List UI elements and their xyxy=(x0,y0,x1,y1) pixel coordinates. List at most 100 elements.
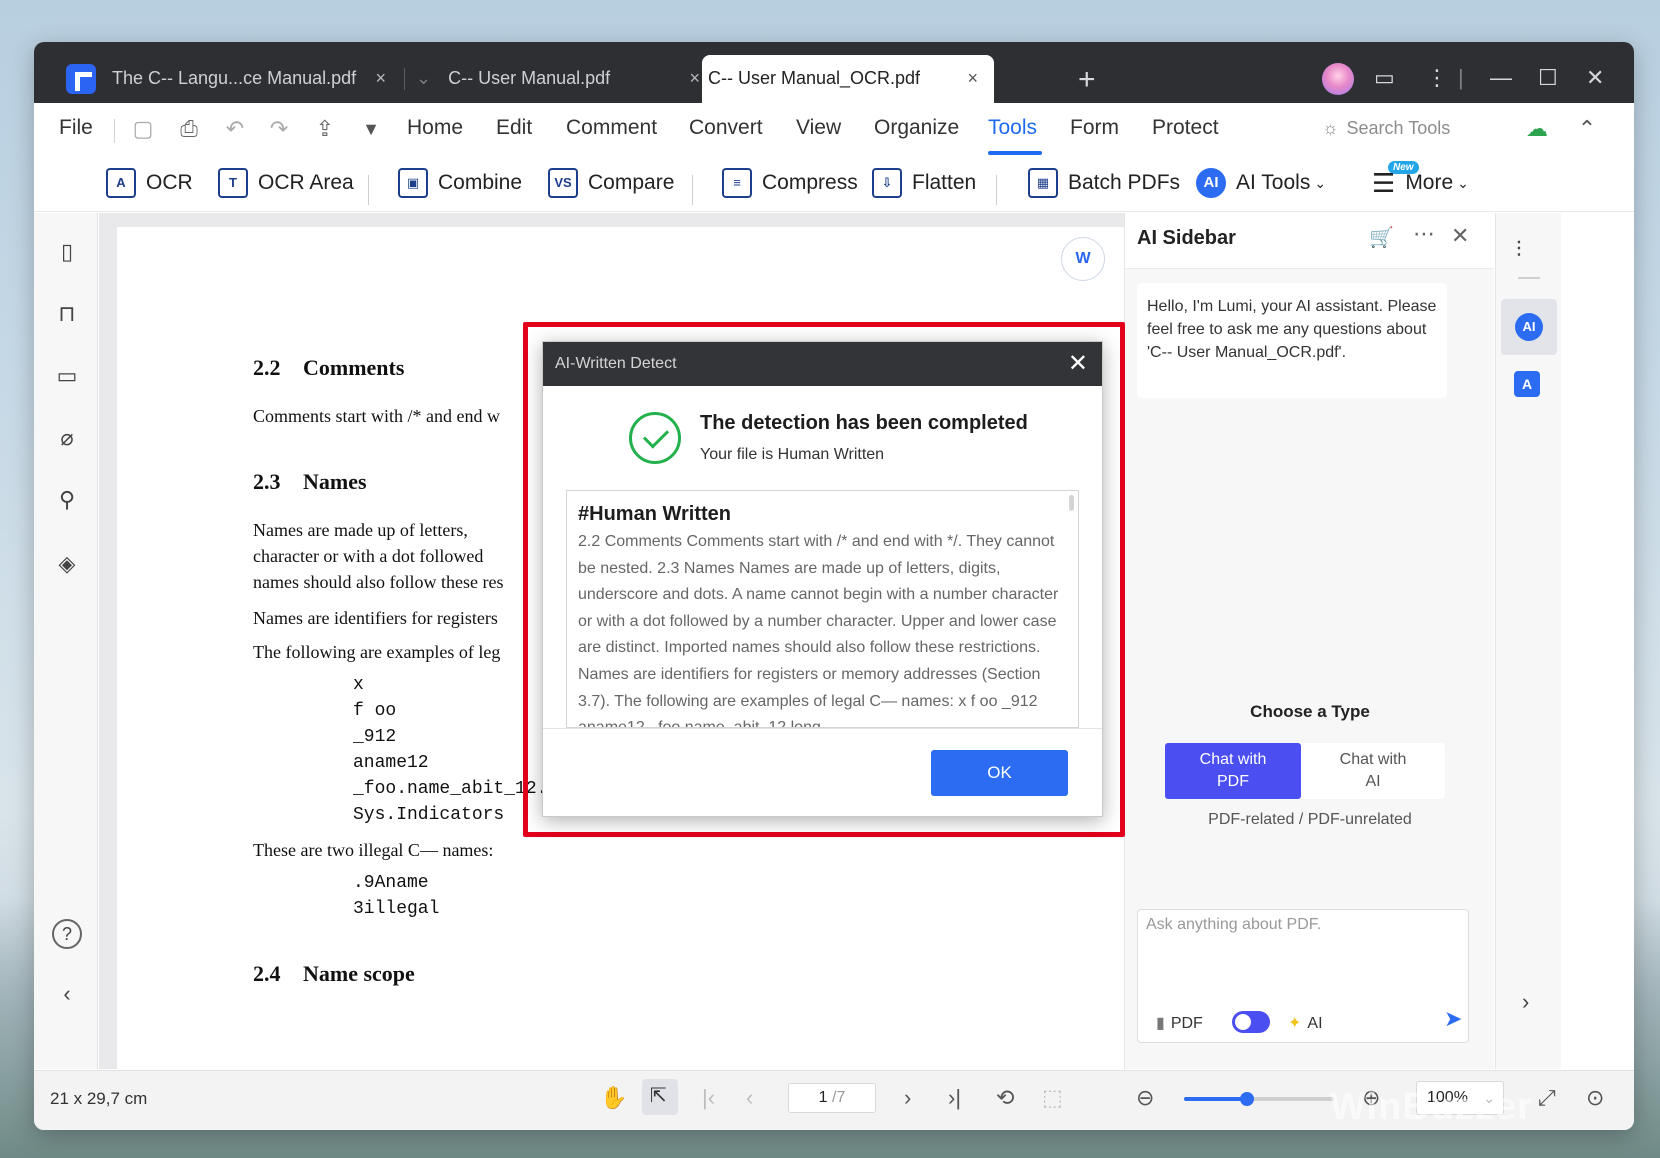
undo-icon[interactable]: ↶ xyxy=(222,116,248,142)
type-note: PDF-related / PDF-unrelated xyxy=(1208,811,1412,828)
send-icon[interactable]: ➤ xyxy=(1444,1006,1462,1032)
result-box[interactable]: #Human Written 2.2 Comments Comments sta… xyxy=(566,490,1079,728)
compress-label: Compress xyxy=(762,171,858,194)
collapse-left-icon[interactable]: ‹ xyxy=(54,981,80,1007)
combine-icon: ▣ xyxy=(398,168,428,198)
redo-icon[interactable]: ↷ xyxy=(266,116,292,142)
zoom-slider-knob[interactable] xyxy=(1240,1092,1254,1106)
menu-organize[interactable]: Organize xyxy=(874,116,959,140)
last-page-icon[interactable]: ›| xyxy=(948,1085,961,1111)
collapse-icon[interactable]: ⌃ xyxy=(1574,116,1600,142)
pdf-mode-label: ▮ PDF xyxy=(1156,1013,1203,1033)
chevron-down-icon: ⌄ xyxy=(1314,175,1327,191)
close-icon[interactable]: × xyxy=(689,55,700,101)
scroll-mode-icon[interactable]: ⊙ xyxy=(1586,1085,1604,1111)
hand-icon[interactable]: ✋ xyxy=(600,1085,627,1111)
tab-language-manual[interactable]: The C-- Langu...ce Manual.pdf × xyxy=(112,55,402,103)
ai-chat-body: Hello, I'm Lumi, your AI assistant. Plea… xyxy=(1125,269,1494,1069)
crop-page-icon[interactable]: ⬚ xyxy=(1042,1085,1063,1111)
scrollbar[interactable] xyxy=(1069,495,1074,511)
divider xyxy=(1518,277,1540,279)
menu-file[interactable]: File xyxy=(59,116,93,140)
close-window-button[interactable]: ✕ xyxy=(1586,60,1604,96)
menu-comment[interactable]: Comment xyxy=(566,116,657,140)
ai-sidebar-title: AI Sidebar xyxy=(1137,227,1236,249)
menu-home[interactable]: Home xyxy=(407,116,463,140)
ask-input[interactable] xyxy=(1146,916,1456,934)
attachment-icon[interactable]: ⌀ xyxy=(54,425,80,451)
page-number-input[interactable]: 1 /7 xyxy=(788,1083,876,1113)
zoom-out-icon[interactable]: ⊖ xyxy=(1136,1085,1154,1111)
divider xyxy=(543,728,1102,729)
ocr-area-button[interactable]: T OCR Area xyxy=(218,165,354,201)
next-page-icon[interactable]: › xyxy=(904,1085,911,1111)
comment-icon[interactable]: ▭ xyxy=(54,363,80,389)
ocr-area-icon: T xyxy=(218,168,248,198)
translate-icon[interactable]: A xyxy=(1514,371,1540,397)
search-tools-input[interactable]: ☼ Search Tools xyxy=(1322,118,1450,139)
ai-tools-button[interactable]: AI AI Tools ⌄ xyxy=(1196,165,1326,201)
more-button[interactable]: ☰ More ⌄ xyxy=(1372,165,1469,201)
section-title: Comments xyxy=(303,355,405,380)
help-icon[interactable]: ? xyxy=(52,919,82,949)
first-page-icon[interactable]: |‹ xyxy=(702,1085,715,1111)
ai-icon: AI xyxy=(1196,168,1226,198)
print-icon[interactable]: ⎙ xyxy=(176,116,202,142)
search-icon[interactable]: ⚲ xyxy=(54,487,80,513)
expand-right-icon[interactable]: › xyxy=(1522,989,1529,1015)
fullscreen-icon[interactable]: ⤢ xyxy=(1538,1085,1556,1111)
close-icon[interactable]: × xyxy=(967,55,978,101)
select-tool-button[interactable]: ⇱ xyxy=(642,1079,678,1115)
ai-sidebar: AI Sidebar 🛒 ⋯ ✕ Hello, I'm Lumi, your A… xyxy=(1124,213,1494,1069)
menu-edit[interactable]: Edit xyxy=(496,116,532,140)
cart-icon[interactable]: 🛒 xyxy=(1369,225,1394,250)
flatten-button[interactable]: ⇩ Flatten xyxy=(872,165,976,201)
kebab-icon[interactable]: ⋮ xyxy=(1426,60,1448,96)
close-icon[interactable]: × xyxy=(375,55,386,101)
new-tab-button[interactable]: + xyxy=(1078,60,1096,100)
menu-view[interactable]: View xyxy=(796,116,841,140)
ok-button[interactable]: OK xyxy=(931,750,1068,796)
watermark-logo: WinBuzzer xyxy=(1330,1086,1533,1128)
choose-type-heading: Choose a Type xyxy=(1250,702,1370,721)
layers-icon[interactable]: ◈ xyxy=(54,551,80,577)
more-options-icon[interactable]: ⋯ xyxy=(1413,221,1435,247)
save-icon[interactable]: ▢ xyxy=(130,116,156,142)
compress-button[interactable]: ≡ Compress xyxy=(722,165,858,201)
message-icon[interactable]: ▭ xyxy=(1374,60,1395,96)
mode-toggle[interactable] xyxy=(1232,1011,1270,1033)
word-convert-icon[interactable]: W xyxy=(1061,237,1105,281)
zoom-slider[interactable] xyxy=(1184,1092,1334,1106)
ai-mode-label: ✦ AI xyxy=(1288,1013,1323,1033)
prev-page-icon[interactable]: ‹ xyxy=(746,1085,753,1111)
page-icon[interactable]: ▯ xyxy=(54,239,80,265)
chat-with-pdf-button[interactable]: Chat with PDF xyxy=(1165,743,1301,799)
ocr-button[interactable]: A OCR xyxy=(106,165,193,201)
share-icon[interactable]: ⇪ xyxy=(312,116,338,142)
combine-button[interactable]: ▣ Combine xyxy=(398,165,522,201)
menu-protect[interactable]: Protect xyxy=(1152,116,1219,140)
pdf-file-icon: ▮ xyxy=(1156,1015,1165,1032)
cloud-icon[interactable]: ☁ xyxy=(1524,116,1550,142)
settings-sliders-icon[interactable]: ⫶ xyxy=(1516,237,1522,263)
chat-with-ai-button[interactable]: Chat with AI xyxy=(1305,743,1441,799)
rotate-page-icon[interactable]: ⟲ xyxy=(996,1085,1014,1111)
ai-sidebar-toggle[interactable]: AI xyxy=(1501,299,1557,355)
minimize-button[interactable]: — xyxy=(1490,60,1512,96)
dropdown-icon[interactable]: ▼ xyxy=(358,116,384,142)
menu-form[interactable]: Form xyxy=(1070,116,1119,140)
bookmark-icon[interactable]: ⊓ xyxy=(54,301,80,327)
menu-convert[interactable]: Convert xyxy=(689,116,763,140)
menu-tools[interactable]: Tools xyxy=(988,116,1037,140)
compare-button[interactable]: VS Compare xyxy=(548,165,674,201)
batch-pdfs-button[interactable]: ▦ Batch PDFs xyxy=(1028,165,1180,201)
menu-lines-icon: ☰ xyxy=(1372,168,1396,198)
right-rail: ⫶ AI A › xyxy=(1495,213,1561,1069)
user-avatar-icon[interactable] xyxy=(1322,63,1354,95)
maximize-button[interactable]: ☐ xyxy=(1538,60,1558,96)
tab-user-manual-ocr[interactable]: C-- User Manual_OCR.pdf × xyxy=(702,55,994,103)
close-icon[interactable]: ✕ xyxy=(1451,223,1469,249)
tab-user-manual[interactable]: ⌄ C-- User Manual.pdf × xyxy=(416,55,716,103)
close-icon[interactable]: ✕ xyxy=(1068,342,1088,386)
result-heading: #Human Written xyxy=(578,503,731,525)
